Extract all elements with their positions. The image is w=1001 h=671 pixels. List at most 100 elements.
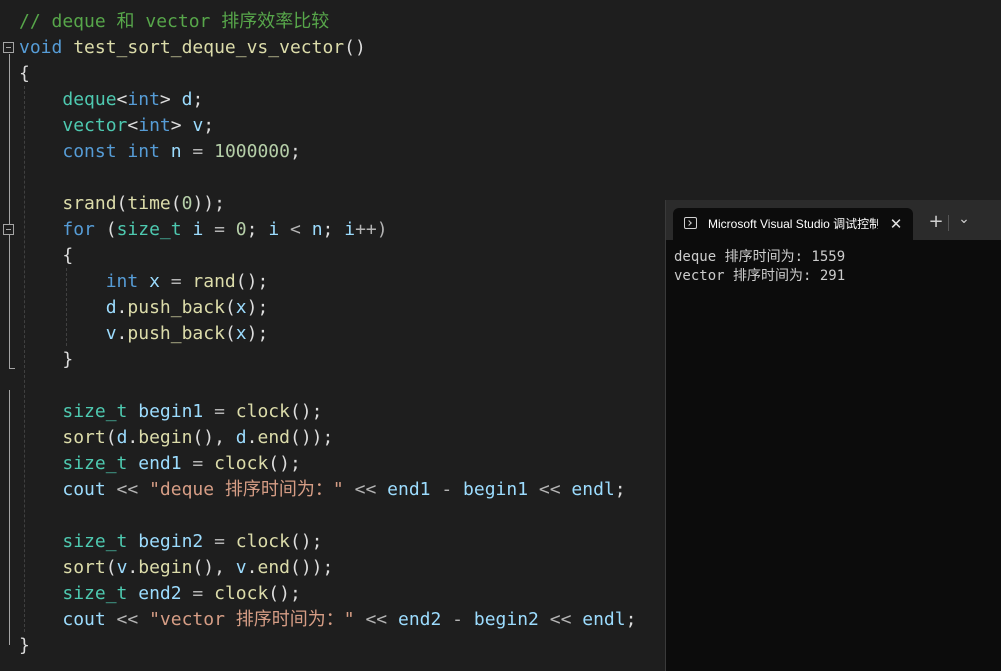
code-token: } [19,635,30,656]
code-token: time [127,193,171,214]
code-line[interactable]: sort(v.begin(), v.end()); [19,555,333,581]
code-line[interactable]: cout << "deque 排序时间为：" << end1 - begin1 … [19,477,625,503]
output-line: deque 排序时间为: 1559 [674,249,846,265]
code-token: < [127,115,139,136]
close-tab-icon[interactable]: ✕ [886,214,906,234]
code-token: v [192,115,204,136]
code-line[interactable]: srand(time(0)); [19,191,225,217]
code-token: << [105,479,150,500]
code-token: size_t [62,531,128,552]
code-token: d [116,427,128,448]
code-token: ; [203,115,215,136]
code-token: begin1 [463,479,529,500]
code-line[interactable]: v.push_back(x); [19,321,269,347]
chevron-down-icon[interactable]: ⌄ [955,209,973,229]
code-line[interactable]: cout << "vector 排序时间为：" << end2 - begin2… [19,607,636,633]
code-line[interactable]: size_t begin2 = clock(); [19,529,322,555]
fold-region-line [9,54,10,368]
code-token: int [127,141,160,162]
code-token: d [181,89,193,110]
code-token: n [170,141,182,162]
fold-region-line [9,390,10,645]
code-token: << [538,609,583,630]
code-token: ( [94,219,117,240]
code-line[interactable]: d.push_back(x); [19,295,269,321]
code-token: endl [582,609,626,630]
code-token: () [344,37,366,58]
code-token: ; [192,89,204,110]
code-line[interactable]: void test_sort_deque_vs_vector() [19,35,366,61]
code-line[interactable]: deque<int> d; [19,87,203,113]
code-token: push_back [127,323,225,344]
code-token: ( [170,193,182,214]
code-token: > [159,89,182,110]
code-line[interactable]: sort(d.begin(), d.end()); [19,425,333,451]
code-line[interactable]: } [19,633,30,659]
code-token: rand [192,271,236,292]
code-line[interactable]: vector<int> v; [19,113,214,139]
code-token: { [19,63,30,84]
code-line[interactable]: for (size_t i = 0; i < n; i++) [19,217,387,243]
debug-console-window[interactable]: Microsoft Visual Studio 调试控制台 ✕ + ⌄ dequ… [665,200,1001,671]
code-token: ; [246,219,269,240]
code-token: clock [214,453,269,474]
code-token: begin [138,557,193,578]
code-token: = [203,219,236,240]
code-token: (); [289,531,323,552]
code-token: . [246,557,258,578]
code-line[interactable]: const int n = 1000000; [19,139,300,165]
terminal-output[interactable]: deque 排序时间为: 1559 vector 排序时间为: 291 [674,248,994,286]
code-token: . [116,297,128,318]
code-token: const [62,141,117,162]
code-token: < [279,219,312,240]
code-line[interactable]: size_t end1 = clock(); [19,451,300,477]
code-token: deque [62,89,117,110]
code-line[interactable]: } [19,347,73,373]
new-tab-button[interactable]: + [927,212,945,232]
code-token: ); [246,323,269,344]
code-token: size_t [116,219,182,240]
code-token: (); [289,401,323,422]
code-line[interactable]: { [19,243,73,269]
code-token: ( [105,557,117,578]
code-line[interactable]: // deque 和 vector 排序效率比较 [19,9,329,35]
code-token: v [235,557,247,578]
code-token: (); [235,271,269,292]
code-token: x [235,323,247,344]
code-token: push_back [127,297,225,318]
code-token: cout [62,609,106,630]
code-token: 0 [181,193,193,214]
code-line[interactable]: size_t begin1 = clock(); [19,399,322,425]
collapse-function-icon[interactable] [3,42,14,53]
code-line[interactable]: size_t end2 = clock(); [19,581,300,607]
code-token: = [203,531,236,552]
code-token: = [181,583,215,604]
code-token: 0 [235,219,247,240]
code-token: end2 [397,609,442,630]
terminal-tab[interactable]: Microsoft Visual Studio 调试控制台 ✕ [673,208,913,240]
code-line[interactable]: int x = rand(); [19,269,269,295]
code-token: clock [235,531,290,552]
code-token: << [105,609,150,630]
code-token: for [62,219,95,240]
code-token: end [257,427,290,448]
collapse-for-loop-icon[interactable] [3,224,14,235]
code-token: 1000000 [214,141,290,162]
code-token: begin2 [473,609,539,630]
code-token: = [181,453,215,474]
terminal-title-bar[interactable]: Microsoft Visual Studio 调试控制台 ✕ + ⌄ [666,200,1001,240]
code-line[interactable]: { [19,61,30,87]
code-token: ( [105,427,117,448]
code-token: - [441,609,474,630]
code-token: x [149,271,160,292]
